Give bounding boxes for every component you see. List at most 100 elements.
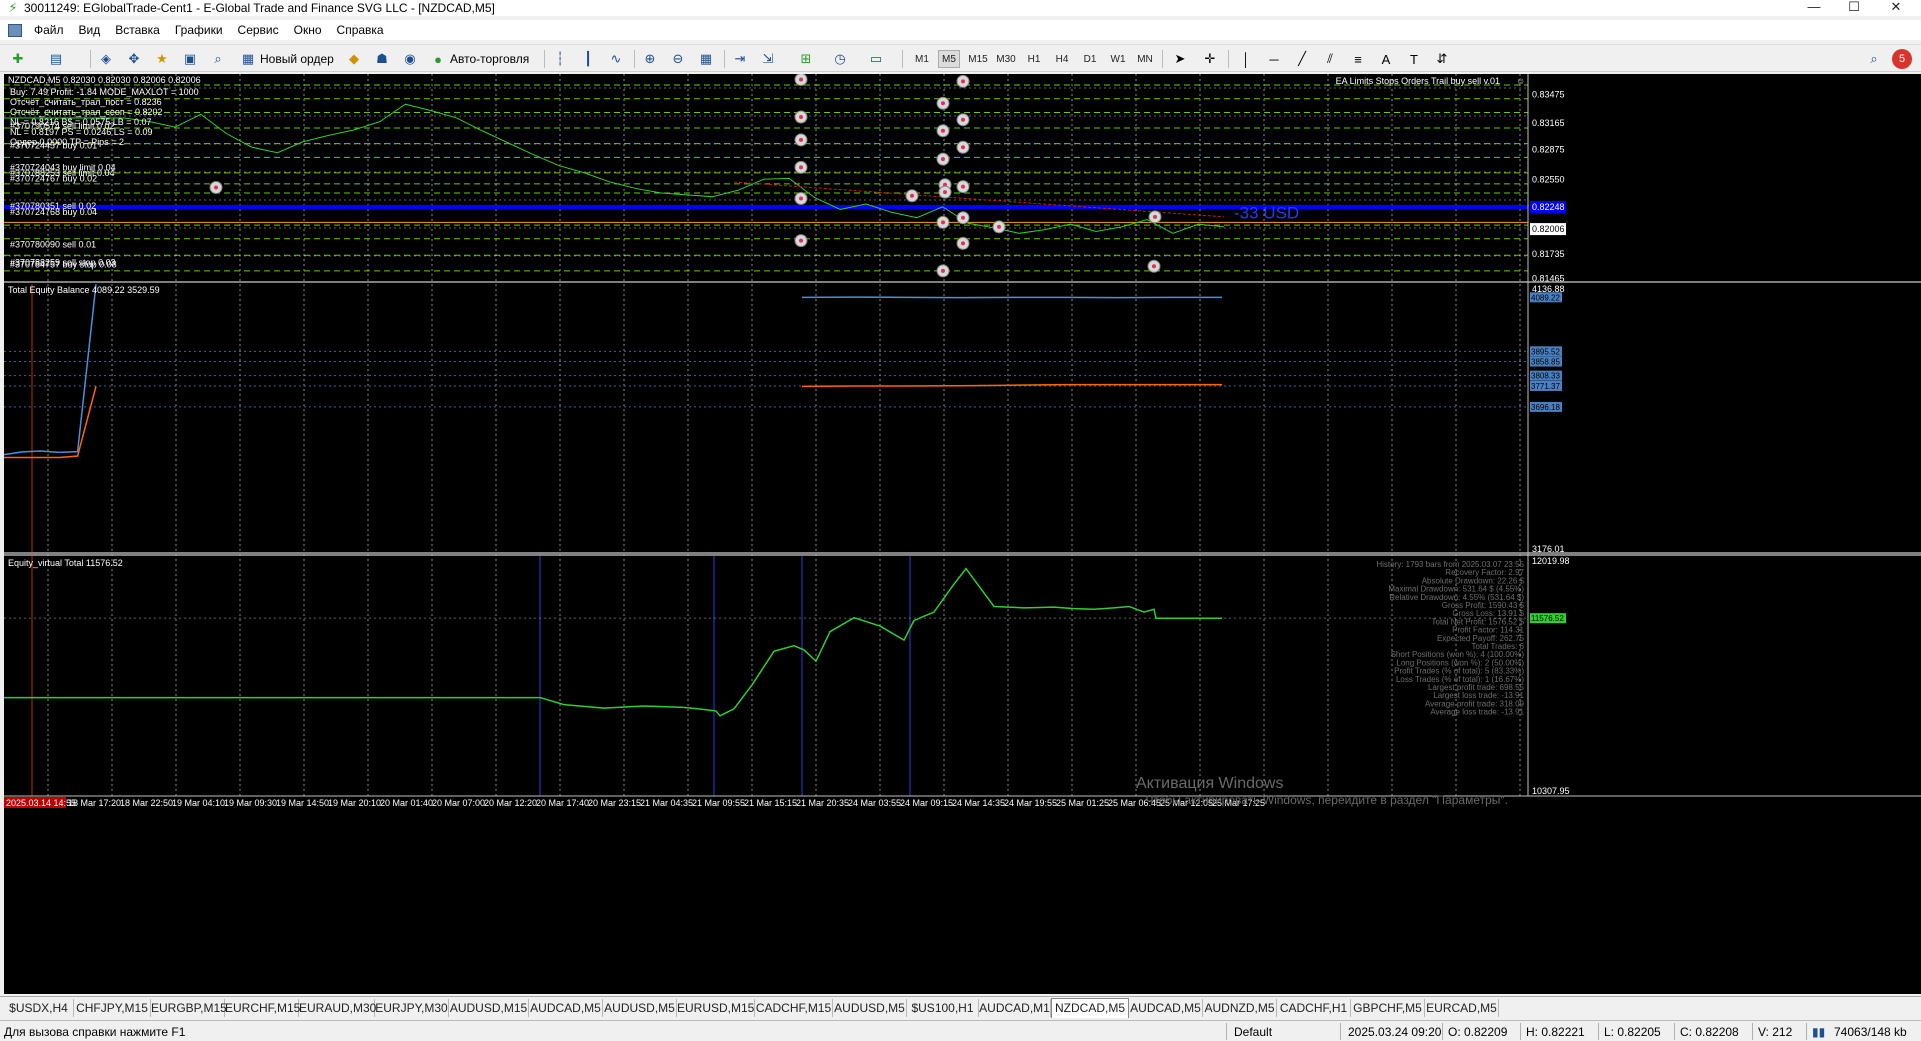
timeframe-mn[interactable]: MN: [1134, 50, 1156, 68]
trade-marker-dot: [961, 117, 965, 122]
autoscroll-icon[interactable]: ⇲: [758, 49, 778, 69]
tab-nzdcad-m5[interactable]: NZDCAD,M5: [1051, 998, 1129, 1018]
menu-insert[interactable]: Вставка: [109, 20, 169, 40]
menu-help[interactable]: Справка: [331, 20, 393, 40]
timeframe-m1[interactable]: M1: [912, 50, 932, 68]
indicators-icon[interactable]: ⊞: [796, 49, 816, 69]
chart-shift-icon[interactable]: ⇥: [730, 49, 750, 69]
trade-marker-dot: [961, 241, 965, 246]
menu-file[interactable]: Файл: [28, 20, 73, 40]
timeframe-d1[interactable]: D1: [1080, 50, 1100, 68]
signals-icon[interactable]: ☗: [372, 49, 392, 69]
time-axis-label: 25 Mar 01:25: [1056, 798, 1109, 808]
balance-series-left: [4, 386, 97, 459]
zoom-out-icon[interactable]: ⊖: [668, 49, 688, 69]
chart-area[interactable]: 0.83745 0.83475 0.83165 0.82875 0.82550 0.820…: [4, 74, 1921, 994]
periods-clock-icon[interactable]: ◷: [830, 49, 850, 69]
equity-level-label: 3808.33: [1531, 372, 1560, 381]
vertical-line-icon[interactable]: │: [1236, 49, 1256, 69]
fibonacci-icon[interactable]: ≡: [1348, 49, 1368, 69]
tab-gbpchf-m5[interactable]: GBPCHF,M5: [1351, 999, 1425, 1017]
menu-view[interactable]: Вид: [73, 20, 110, 40]
bar-chart-icon[interactable]: ┆: [550, 49, 570, 69]
equidistant-channel-icon[interactable]: ⫽: [1320, 49, 1340, 69]
time-axis-label: 20 Mar 01:40: [380, 798, 433, 808]
timeframe-h4[interactable]: H4: [1052, 50, 1072, 68]
tab-audcad-m5[interactable]: AUDCAD,M5: [529, 999, 603, 1017]
timeframe-m30[interactable]: M30: [994, 50, 1018, 68]
tester-icon[interactable]: ⌕: [208, 49, 228, 69]
menu-window[interactable]: Окно: [288, 20, 331, 40]
candles-icon[interactable]: ┃: [578, 49, 598, 69]
tile-windows-icon[interactable]: ▦: [696, 49, 716, 69]
tab-audcad-m1[interactable]: AUDCAD,M1: [979, 999, 1051, 1017]
line-chart-icon[interactable]: ∿: [606, 49, 626, 69]
crosshair-icon[interactable]: ✛: [1200, 49, 1220, 69]
tab-euraud-m30[interactable]: EURAUD,M30: [299, 999, 376, 1017]
new-chart-icon[interactable]: ✚: [8, 49, 28, 69]
minimize-button[interactable]: —: [1794, 0, 1834, 16]
time-axis-label: 20 Mar 12:20: [484, 798, 537, 808]
price-axis-label: 0.83475: [1532, 90, 1565, 100]
tab-eurjpy-m30[interactable]: EURJPY,M30: [375, 999, 449, 1017]
tab-cadchf-h1[interactable]: CADCHF,H1: [1277, 999, 1351, 1017]
trade-marker-dot: [961, 215, 965, 220]
data-window-icon[interactable]: ✥: [124, 49, 144, 69]
menu-tools[interactable]: Сервис: [232, 20, 288, 40]
panel-separator: [4, 552, 1921, 556]
tab-eurgbp-m15[interactable]: EURGBP,M15: [151, 999, 227, 1017]
cursor-icon[interactable]: ➤: [1170, 49, 1190, 69]
notification-badge[interactable]: 5: [1892, 49, 1912, 69]
trade-marker-dot: [997, 224, 1001, 229]
tab-audcad-m5[interactable]: AUDCAD,M5: [1129, 999, 1203, 1017]
virtual-equity-line: [4, 567, 1222, 717]
autotrade-icon[interactable]: ●: [428, 49, 448, 69]
tab-eurcad-m5[interactable]: EURCAD,M5: [1425, 999, 1499, 1017]
new-order-button[interactable]: Новый ордер: [256, 49, 338, 69]
status-bar: Для вызова справки нажмите F1 Default 20…: [0, 1020, 1921, 1041]
tab-eurchf-m15[interactable]: EURCHF,M15: [225, 999, 300, 1017]
equity-level-label: 3696.18: [1531, 403, 1560, 412]
horizontal-line-icon[interactable]: ─: [1264, 49, 1284, 69]
tab-chfjpy-m15[interactable]: CHFJPY,M15: [74, 999, 151, 1017]
zoom-in-icon[interactable]: ⊕: [640, 49, 660, 69]
status-help: Для вызова справки нажмите F1: [4, 1025, 186, 1039]
time-axis-label: 18 Mar 17:20: [68, 798, 121, 808]
templates-icon[interactable]: ▭: [866, 49, 886, 69]
trendline-icon[interactable]: ╱: [1292, 49, 1312, 69]
arrows-tool-icon[interactable]: ⇵: [1432, 49, 1452, 69]
trade-marker-dot: [910, 193, 914, 198]
timeframe-m5[interactable]: M5: [938, 50, 960, 68]
tab--us100-h1[interactable]: $US100,H1: [907, 999, 979, 1017]
maximize-button[interactable]: ☐: [1834, 0, 1874, 16]
navigator-icon[interactable]: ★: [152, 49, 172, 69]
menu-charts[interactable]: Графики: [169, 20, 232, 40]
text-tool-icon[interactable]: A: [1376, 49, 1396, 69]
trade-marker-dot: [943, 190, 947, 195]
tab-cadchf-m15[interactable]: CADCHF,M15: [755, 999, 833, 1017]
market-watch-icon[interactable]: ◈: [96, 49, 116, 69]
tab-audusd-m15[interactable]: AUDUSD,M15: [449, 999, 529, 1017]
time-axis-label: 19 Mar 14:50: [276, 798, 329, 808]
terminal-icon[interactable]: ▣: [180, 49, 200, 69]
info-line: Отсчёт_считать_трал_сеоп = 0.8202: [10, 107, 163, 117]
order-label: #370790574 sell limit 0.02: [10, 121, 115, 131]
toolbar: ✚ ▤ ◈ ✥ ★ ▣ ⌕ ▦ Новый ордер ◆ ☗ ◉ ● Авто…: [0, 44, 1921, 72]
autotrade-button[interactable]: Авто-торговля: [446, 49, 533, 69]
tab-audusd-m5[interactable]: AUDUSD,M5: [603, 999, 677, 1017]
metaeditor-icon[interactable]: ◆: [344, 49, 364, 69]
profiles-icon[interactable]: ▤: [46, 49, 66, 69]
close-button[interactable]: ✕: [1876, 0, 1916, 16]
tab-eurusd-m15[interactable]: EURUSD,M15: [677, 999, 755, 1017]
search-icon[interactable]: ⌕: [1864, 49, 1884, 69]
timeframe-w1[interactable]: W1: [1108, 50, 1128, 68]
timeframe-m15[interactable]: M15: [966, 50, 990, 68]
market-icon[interactable]: ◉: [400, 49, 420, 69]
tab-audusd-m5[interactable]: AUDUSD,M5: [833, 999, 907, 1017]
new-order-icon[interactable]: ▦: [238, 49, 258, 69]
trade-marker-dot: [799, 165, 803, 170]
timeframe-h1[interactable]: H1: [1024, 50, 1044, 68]
tab-audnzd-m5[interactable]: AUDNZD,M5: [1203, 999, 1277, 1017]
tab--usdx-h4[interactable]: $USDX,H4: [4, 999, 74, 1017]
text-label-icon[interactable]: T: [1404, 49, 1424, 69]
